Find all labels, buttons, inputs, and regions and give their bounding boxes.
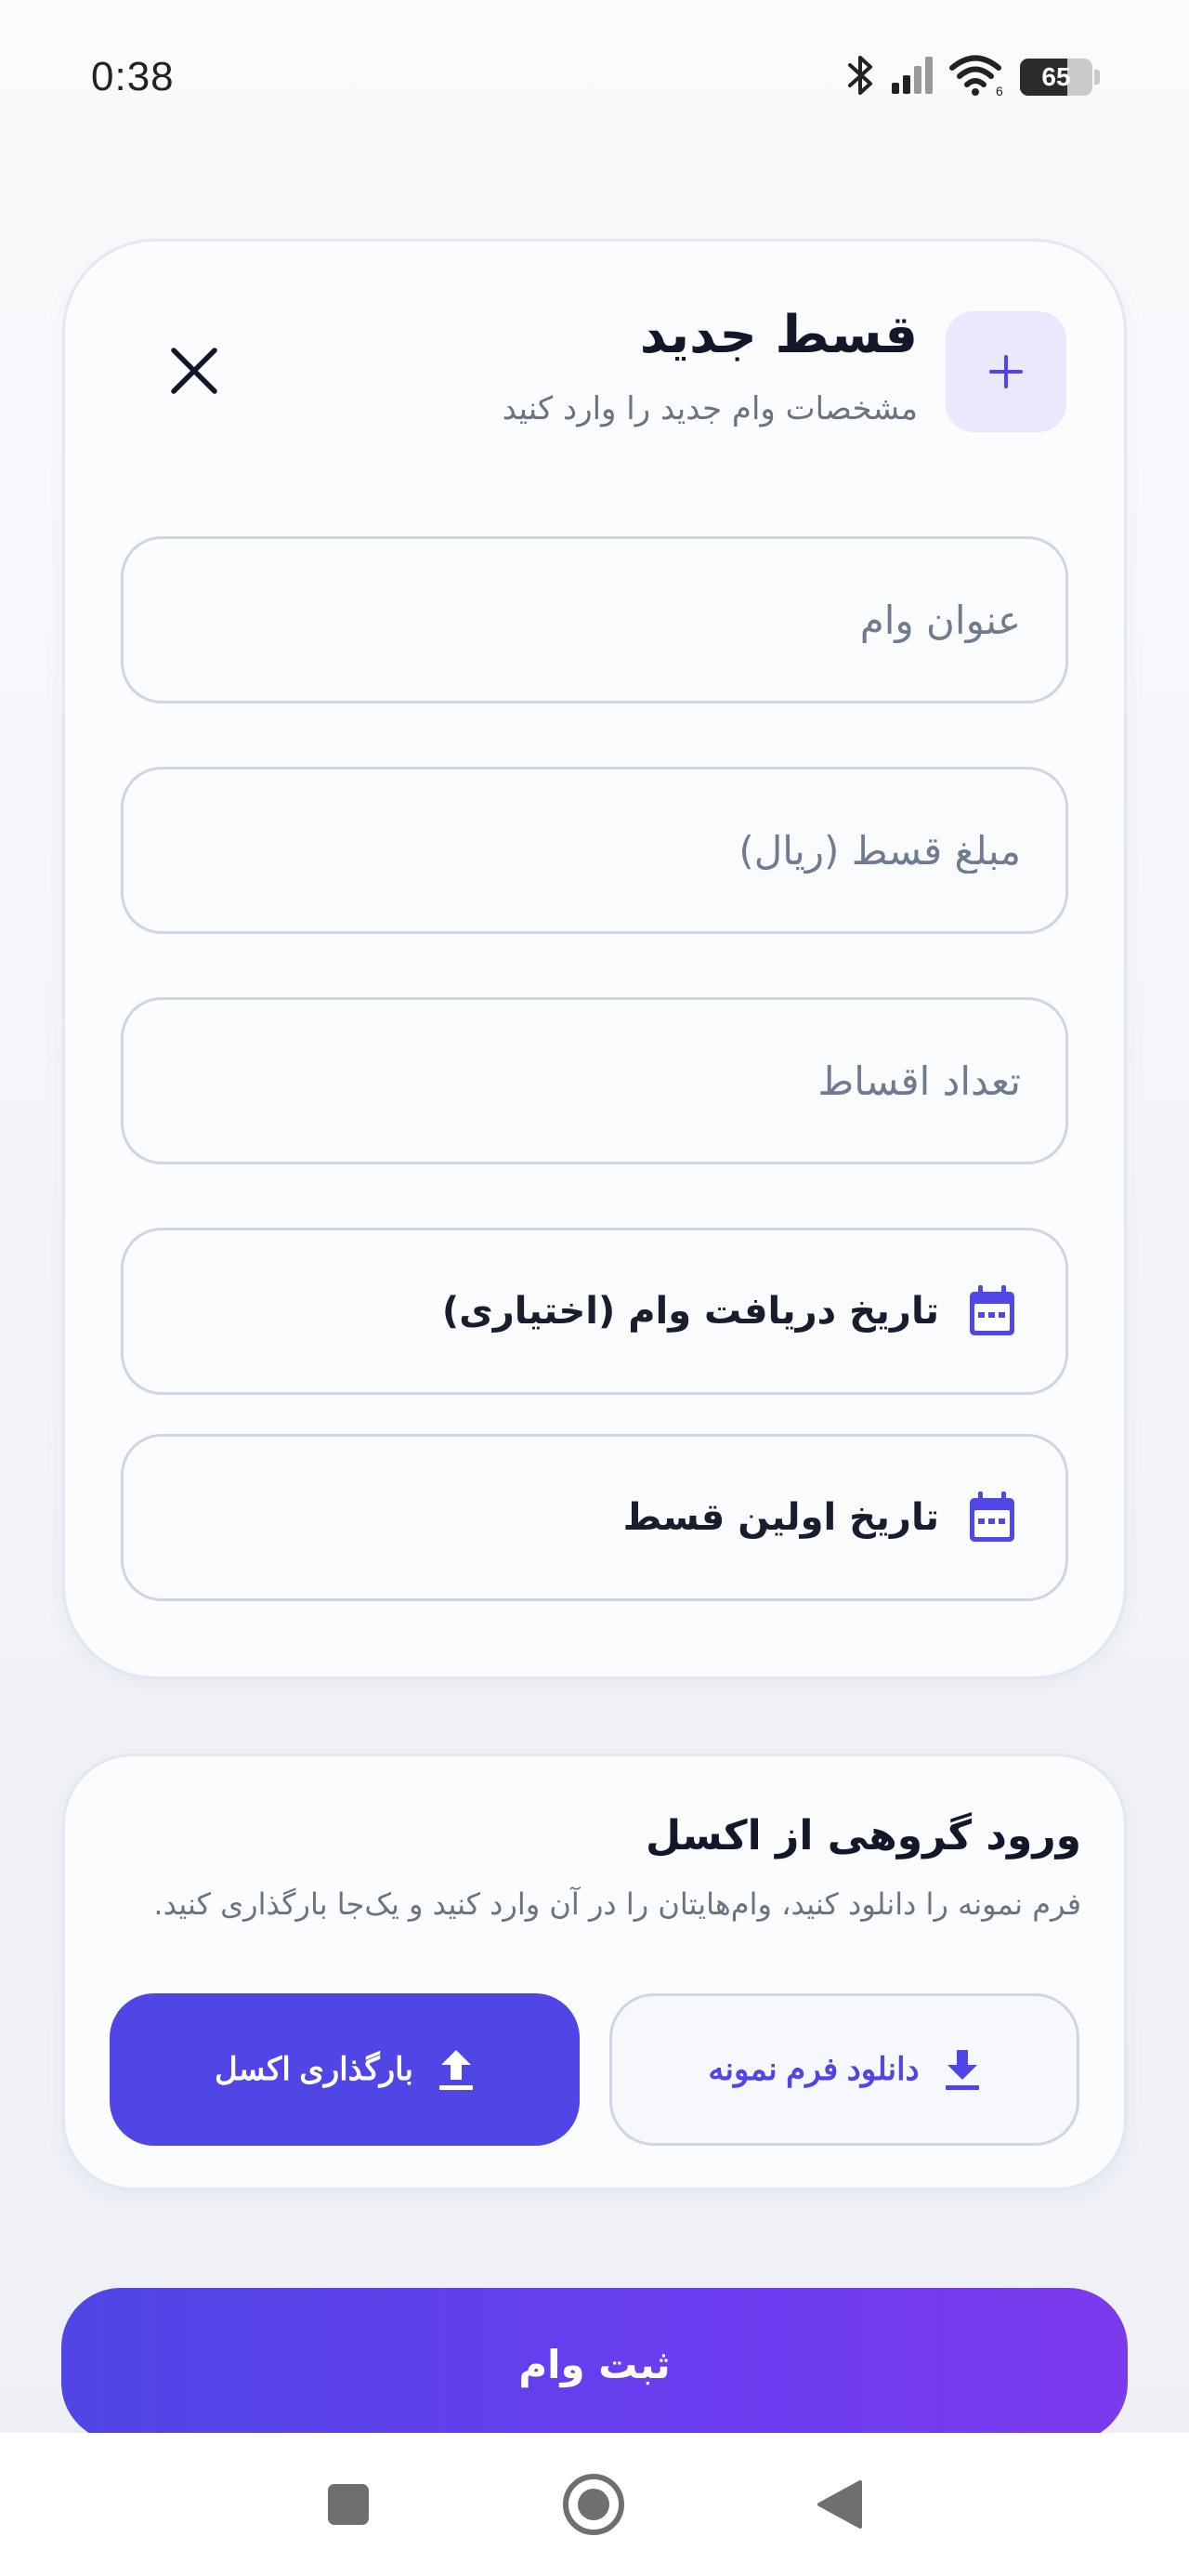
download-sample-button[interactable]: دانلود فرم نمونه — [609, 1993, 1079, 2146]
receive-date-field[interactable]: تاریخ دریافت وام (اختیاری) — [121, 1228, 1068, 1395]
loan-title-input[interactable] — [168, 597, 1021, 643]
add-icon-badge — [946, 311, 1066, 432]
installment-amount-field[interactable] — [121, 767, 1068, 934]
page-subtitle: مشخصات وام جدید را وارد کنید — [502, 390, 918, 427]
home-button[interactable] — [561, 2472, 626, 2537]
recent-apps-button[interactable] — [326, 2482, 371, 2527]
excel-import-card: ورود گروهی از اکسل فرم نمونه را دانلود ک… — [62, 1754, 1127, 2190]
bluetooth-icon — [845, 54, 877, 100]
excel-import-description: فرم نمونه را دانلود کنید، وام‌هایتان را … — [153, 1886, 1081, 1922]
plus-icon — [989, 355, 1023, 388]
battery-level: 65 — [1041, 62, 1071, 91]
submit-loan-button[interactable]: ثبت وام — [61, 2288, 1128, 2442]
upload-excel-button[interactable]: بارگذاری اکسل — [110, 1993, 580, 2146]
first-installment-date-label: تاریخ اولین قسط — [622, 1496, 939, 1539]
status-time: 0:38 — [91, 54, 175, 99]
first-installment-date-field[interactable]: تاریخ اولین قسط — [121, 1434, 1068, 1601]
new-installment-card: قسط جدید مشخصات وام جدید را وارد کنید تا… — [62, 239, 1127, 1679]
battery-tip — [1094, 70, 1100, 85]
status-bar: 0:38 6 65 — [0, 0, 1189, 158]
wifi-icon: 6 — [949, 54, 1007, 100]
receive-date-label: تاریخ دریافت وام (اختیاری) — [441, 1290, 939, 1333]
recent-apps-icon — [328, 2484, 369, 2525]
download-icon — [945, 2050, 979, 2090]
navigation-bar — [0, 2433, 1189, 2576]
home-icon — [563, 2474, 624, 2535]
back-button[interactable] — [816, 2478, 864, 2530]
calendar-icon — [970, 1492, 1014, 1542]
installment-count-field[interactable] — [121, 997, 1068, 1164]
signal-icon — [890, 55, 936, 99]
upload-icon — [438, 2050, 473, 2090]
close-icon — [171, 348, 217, 394]
installment-amount-input[interactable] — [168, 827, 1021, 874]
status-icons: 6 65 — [845, 54, 1100, 100]
back-icon — [817, 2480, 862, 2529]
download-sample-label: دانلود فرم نمونه — [708, 2052, 920, 2087]
loan-title-field[interactable] — [121, 536, 1068, 703]
svg-text:6: 6 — [996, 84, 1003, 97]
page-title: قسط جدید — [639, 305, 918, 365]
calendar-icon — [970, 1285, 1014, 1335]
upload-excel-label: بارگذاری اکسل — [215, 2052, 413, 2087]
excel-import-title: ورود گروهی از اکسل — [645, 1812, 1081, 1860]
installment-count-input[interactable] — [168, 1058, 1021, 1104]
close-button[interactable] — [165, 342, 223, 400]
battery-icon: 65 — [1020, 59, 1092, 96]
